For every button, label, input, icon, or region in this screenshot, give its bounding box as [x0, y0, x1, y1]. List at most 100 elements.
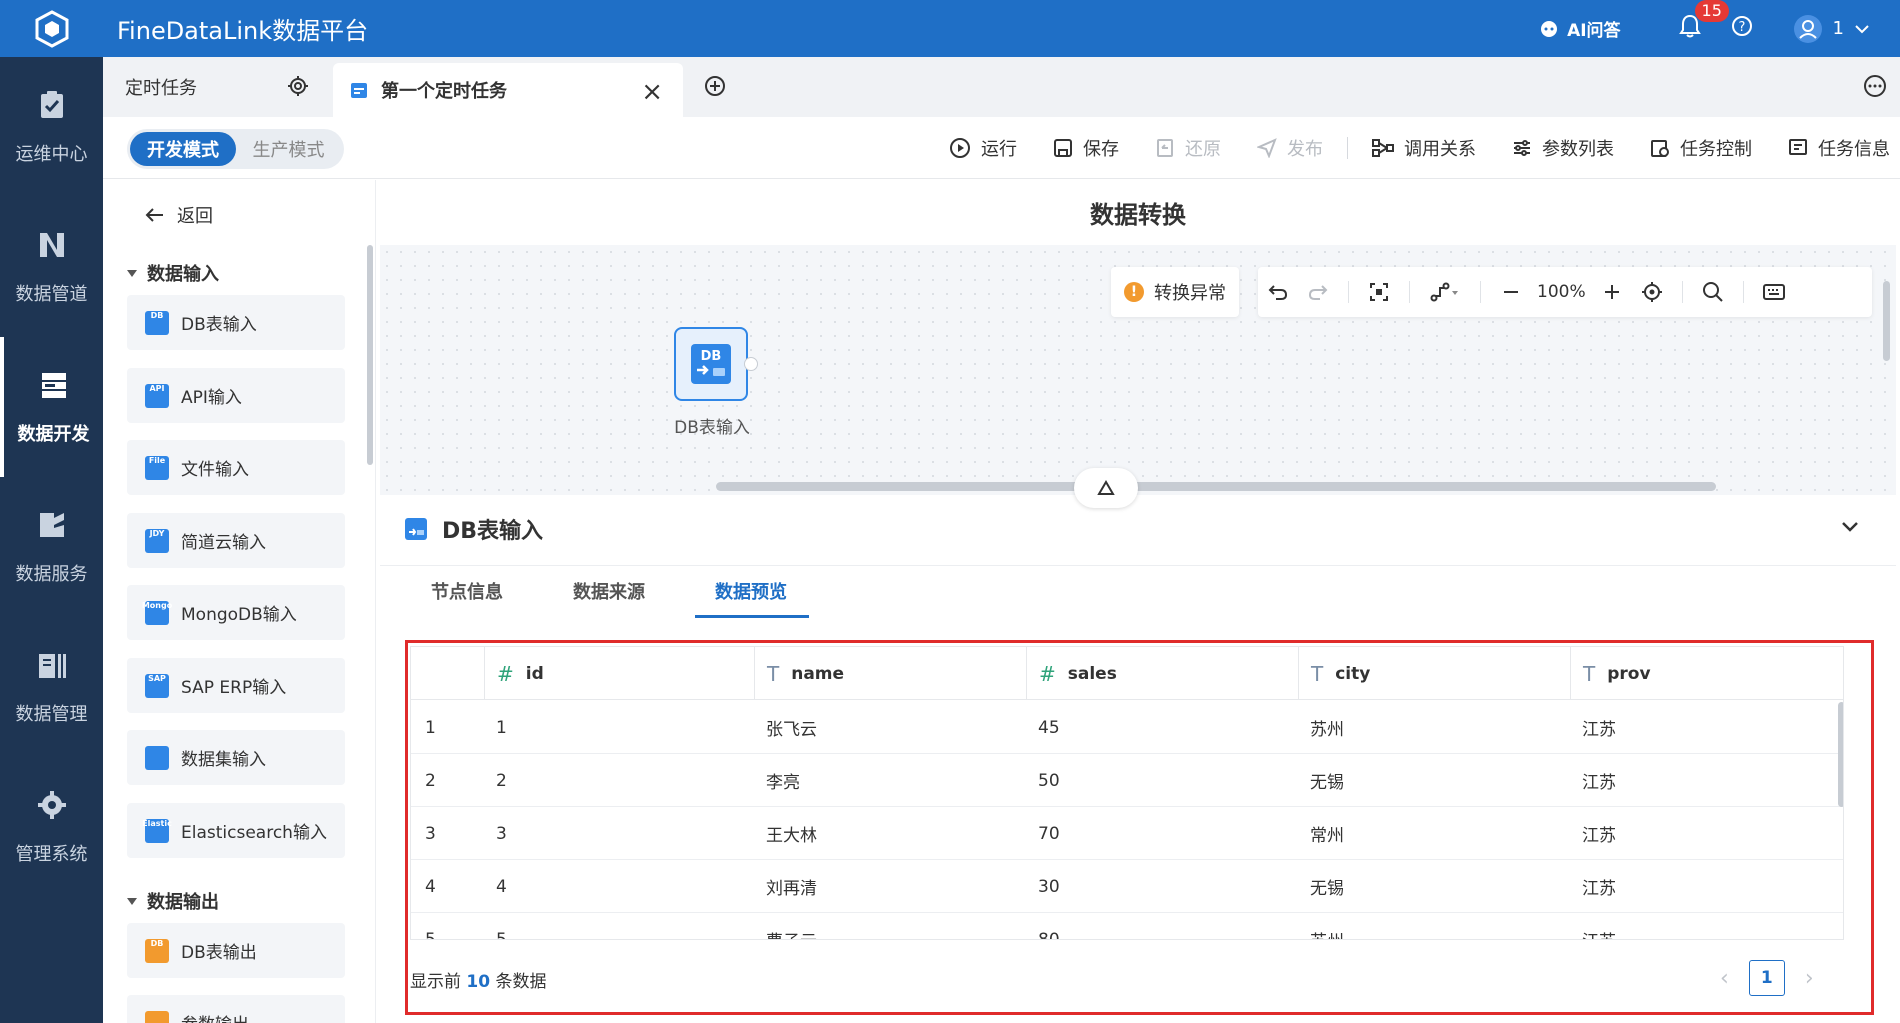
- call-relation-button[interactable]: 调用关系: [1372, 135, 1476, 161]
- notification-button[interactable]: 15: [1678, 0, 1729, 43]
- ai-qa-button[interactable]: AI问答: [1539, 16, 1621, 41]
- nav-ops-center[interactable]: 运维中心: [0, 57, 103, 197]
- nav-data-pipeline[interactable]: 数据管道: [0, 197, 103, 337]
- canvas-toolbar-divider: [1742, 281, 1744, 303]
- comp-api-input[interactable]: API API输入: [127, 368, 345, 423]
- dataset-input-icon: [145, 745, 169, 770]
- page-title: 数据转换: [1090, 201, 1186, 229]
- warning-label: 转换异常: [1154, 283, 1226, 304]
- tab-node-info[interactable]: 节点信息: [431, 578, 503, 604]
- mode-switch: 开发模式 生产模式: [127, 129, 344, 169]
- connector-style-icon[interactable]: [1420, 267, 1470, 317]
- more-options-icon[interactable]: [1862, 73, 1888, 99]
- restore-icon: [1157, 139, 1173, 157]
- canvas-toolbar-divider: [1480, 281, 1481, 303]
- node-tag: DB: [701, 349, 722, 364]
- canvas-toolbar-divider: [1348, 281, 1349, 303]
- user-name: 1: [1832, 18, 1844, 39]
- restore-button[interactable]: 还原: [1155, 135, 1221, 161]
- nav-data-service[interactable]: 数据服务: [0, 477, 103, 617]
- comp-file-input[interactable]: File 文件输入: [127, 440, 345, 495]
- comp-param-output[interactable]: 参数输出: [127, 995, 345, 1023]
- back-button[interactable]: 返回: [145, 202, 213, 228]
- task-control-button[interactable]: 任务控制: [1650, 135, 1752, 161]
- save-icon: [1054, 139, 1072, 157]
- node-output-port[interactable]: [744, 357, 758, 371]
- relation-icon: [1372, 139, 1394, 157]
- node-label: DB表输入: [674, 418, 750, 438]
- comp-db-output[interactable]: DB DB表输出: [127, 923, 345, 978]
- db-node-icon: DB: [691, 344, 731, 384]
- caret-down-icon: [127, 897, 137, 905]
- panel-scrollbar[interactable]: [367, 245, 373, 465]
- nav-label: 运维中心: [15, 144, 88, 165]
- param-list-button[interactable]: 参数列表: [1512, 135, 1614, 161]
- comp-dataset-input[interactable]: 数据集输入: [127, 730, 345, 785]
- run-label: 运行: [981, 139, 1017, 160]
- notification-badge: 15: [1694, 0, 1729, 22]
- comp-label: 参数输出: [181, 1010, 249, 1023]
- help-icon[interactable]: ?: [1731, 15, 1753, 42]
- search-icon[interactable]: [1693, 267, 1733, 317]
- close-icon[interactable]: ×: [641, 77, 663, 107]
- save-button[interactable]: 保存: [1053, 135, 1119, 161]
- flow-node-db-input[interactable]: DB: [674, 327, 748, 401]
- redo-icon[interactable]: [1298, 267, 1338, 317]
- app-logo-icon[interactable]: [0, 0, 103, 57]
- canvas-toolbar-divider: [1681, 281, 1683, 303]
- canvas-vertical-scrollbar[interactable]: [1883, 281, 1890, 361]
- param-output-icon: [145, 1010, 169, 1023]
- tab-first-task[interactable]: 第一个定时任务 ×: [333, 63, 683, 117]
- user-menu[interactable]: 1: [1793, 14, 1870, 44]
- nav-data-dev[interactable]: 数据开发: [0, 337, 103, 477]
- gear-icon: [37, 791, 66, 819]
- zoom-in-icon[interactable]: [1592, 267, 1632, 317]
- zoom-out-icon[interactable]: [1491, 267, 1531, 317]
- run-button[interactable]: 运行: [949, 135, 1017, 161]
- tab-data-preview[interactable]: 数据预览: [715, 578, 787, 604]
- fit-view-icon[interactable]: [1359, 267, 1399, 317]
- section-label: 数据输出: [147, 892, 219, 913]
- output-section-title[interactable]: 数据输出: [127, 888, 219, 914]
- ai-qa-label: AI问答: [1567, 21, 1621, 41]
- save-label: 保存: [1083, 139, 1119, 160]
- mongodb-input-icon: Mongo: [142, 600, 172, 625]
- top-bar: FineDataLink数据平台 AI问答 15 ? 1: [0, 0, 1900, 57]
- collapse-toggle-button[interactable]: [1074, 468, 1138, 508]
- comp-label: DB表输入: [181, 315, 257, 335]
- dev-mode-button[interactable]: 开发模式: [130, 132, 236, 166]
- panel-title-label: DB表输入: [442, 519, 544, 544]
- prod-mode-button[interactable]: 生产模式: [236, 132, 341, 166]
- nav-system[interactable]: 管理系统: [0, 757, 103, 897]
- canvas-toolbar: 100%: [1258, 267, 1872, 317]
- canvas-horizontal-scrollbar[interactable]: [716, 482, 1716, 491]
- comp-db-input[interactable]: DB DB表输入: [127, 295, 345, 350]
- publish-button[interactable]: 发布: [1257, 135, 1323, 161]
- add-tab-icon[interactable]: [703, 74, 727, 98]
- toolbar-row: 开发模式 生产模式 运行 保存 还原 发布 调用关系 参数列表 任务控制 任务信…: [103, 117, 1900, 179]
- conversion-error-button[interactable]: ! 转换异常: [1111, 267, 1239, 317]
- nav-data-manage[interactable]: 数据管理: [0, 617, 103, 757]
- task-info-icon: [1789, 139, 1807, 155]
- locate-icon[interactable]: [1632, 267, 1672, 317]
- play-icon: [950, 138, 970, 158]
- zoom-level: 100%: [1537, 282, 1586, 302]
- sliders-icon: [1514, 140, 1530, 156]
- comp-sap-input[interactable]: SAP SAP ERP输入: [127, 658, 345, 713]
- chevron-down-icon[interactable]: [1840, 520, 1860, 534]
- comp-label: SAP ERP输入: [181, 678, 287, 698]
- undo-icon[interactable]: [1258, 267, 1298, 317]
- nav-label: 管理系统: [15, 844, 88, 865]
- input-section-title[interactable]: 数据输入: [127, 260, 219, 286]
- api-input-icon: API: [145, 383, 169, 408]
- comp-jdy-input[interactable]: JDY 简道云输入: [127, 513, 345, 568]
- comp-mongodb-input[interactable]: Mongo MongoDB输入: [127, 585, 345, 640]
- dev-stack-icon: [41, 373, 66, 398]
- tab-data-source[interactable]: 数据来源: [573, 578, 645, 604]
- tab-scheduled-tasks[interactable]: 定时任务: [103, 57, 328, 117]
- task-info-button[interactable]: 任务信息: [1788, 135, 1890, 161]
- comp-elasticsearch-input[interactable]: Elastic Elasticsearch输入: [127, 803, 345, 858]
- keyboard-icon[interactable]: [1754, 267, 1794, 317]
- flow-canvas[interactable]: ! 转换异常 100% DB DB表输入: [380, 245, 1896, 508]
- settings-gear-icon[interactable]: [286, 74, 310, 98]
